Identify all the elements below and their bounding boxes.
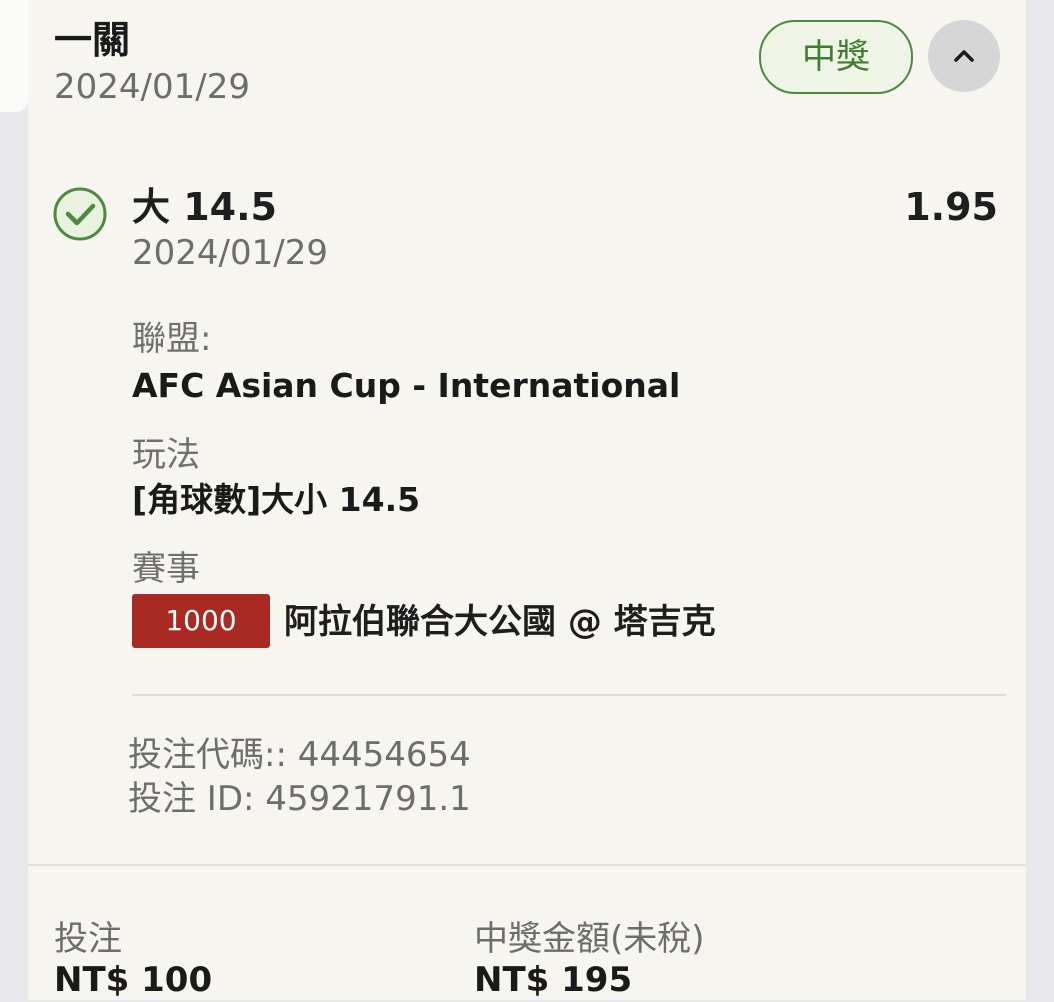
- check-circle-icon: [53, 187, 107, 241]
- market-label: 玩法: [132, 435, 200, 475]
- status-badge: 中獎: [759, 20, 913, 94]
- bet-type-title: 一關: [54, 18, 131, 62]
- event-code-badge: 1000: [132, 594, 270, 648]
- market-value: [角球數]大小 14.5: [132, 480, 421, 519]
- previous-card-edge: [0, 0, 28, 112]
- section-divider: [28, 864, 1026, 866]
- event-name: 阿拉伯聯合大公國 @ 塔吉克: [284, 602, 716, 642]
- event-label: 賽事: [132, 549, 200, 589]
- league-value: AFC Asian Cup - International: [132, 366, 681, 405]
- selection-date: 2024/01/29: [132, 233, 328, 273]
- collapse-button[interactable]: [928, 20, 1000, 92]
- selection-title: 大 14.5: [132, 185, 277, 229]
- stake-label: 投注: [54, 919, 122, 959]
- chevron-up-icon: [954, 50, 974, 62]
- divider: [132, 694, 1006, 696]
- bet-code: 投注代碼:: 44454654: [128, 735, 471, 775]
- stake-value: NT$ 100: [54, 960, 213, 1000]
- bet-id: 投注 ID: 45921791.1: [128, 779, 471, 819]
- payout-value: NT$ 195: [474, 960, 633, 1000]
- selection-odds: 1.95: [904, 185, 998, 229]
- bet-date: 2024/01/29: [54, 67, 250, 107]
- bet-slip-card: 一關 2024/01/29 中獎 大 14.5 1.95 2024/01/29 …: [28, 0, 1026, 1000]
- league-label: 聯盟:: [132, 319, 212, 359]
- payout-label: 中獎金額(未稅): [474, 919, 705, 959]
